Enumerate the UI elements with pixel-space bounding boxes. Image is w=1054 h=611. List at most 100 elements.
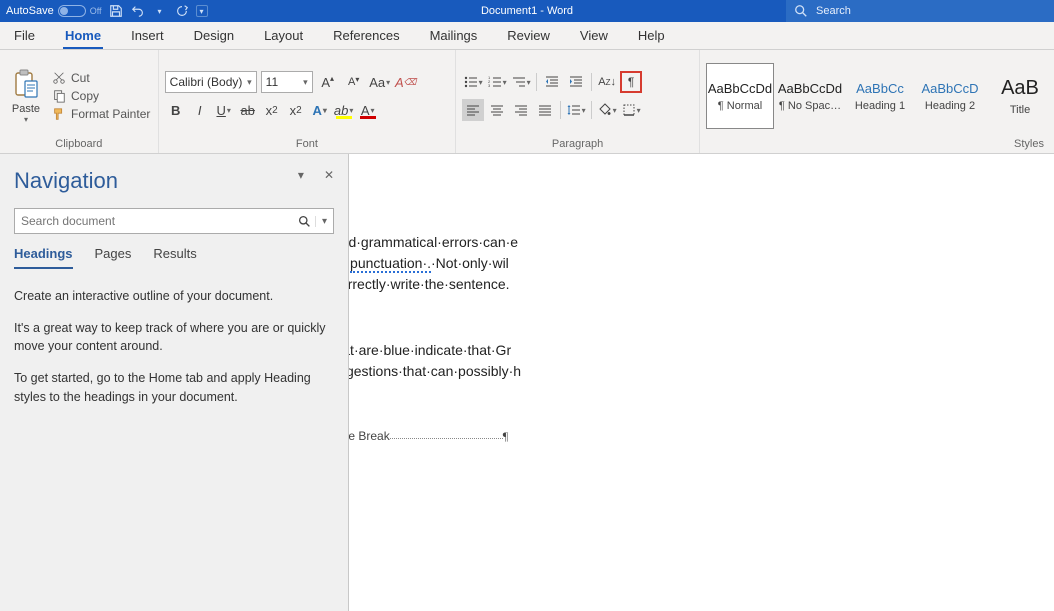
undo-dropdown-icon[interactable]: ▾	[152, 3, 168, 19]
style-preview: AaBbCc	[856, 81, 904, 96]
document-page[interactable]: Mispellings·and·grammatical·errors·can·e…	[349, 154, 1054, 611]
style-item-3[interactable]: AaBbCcDHeading 2	[916, 63, 984, 129]
text-effects-button[interactable]: A▾	[309, 99, 331, 121]
undo-icon[interactable]	[130, 3, 146, 19]
cut-button[interactable]: Cut	[52, 71, 150, 85]
align-left-button[interactable]	[462, 99, 484, 121]
show-hide-paragraph-button[interactable]: ¶	[620, 71, 642, 93]
style-item-4[interactable]: AaBTitle	[986, 63, 1054, 129]
font-size-combo[interactable]: 11▾	[261, 71, 313, 93]
search-box[interactable]: Search	[786, 0, 1054, 22]
tab-layout[interactable]: Layout	[262, 24, 305, 49]
copy-button[interactable]: Copy	[52, 89, 150, 103]
tab-file[interactable]: File	[12, 24, 37, 49]
paste-label: Paste	[12, 103, 40, 115]
multilevel-list-button[interactable]: ▾	[510, 71, 532, 93]
align-center-button[interactable]	[486, 99, 508, 121]
search-options-dropdown-icon[interactable]: ▾	[315, 216, 333, 227]
page-break-marker[interactable]: Page Break¶	[349, 427, 1054, 445]
tab-insert[interactable]: Insert	[129, 24, 166, 49]
navigation-dropdown-icon[interactable]: ▾	[298, 168, 304, 182]
style-item-1[interactable]: AaBbCcDd¶ No Spac…	[776, 63, 844, 129]
borders-button[interactable]: ▾	[620, 99, 642, 121]
underline-button[interactable]: U▾	[213, 99, 235, 121]
tab-review[interactable]: Review	[505, 24, 552, 49]
navigation-search[interactable]: ▾	[14, 208, 334, 234]
document-line[interactable]: you·how·to·correctly·write·the·sentence.	[349, 274, 1054, 295]
copy-icon	[52, 89, 66, 103]
nav-tab-pages[interactable]: Pages	[95, 246, 132, 269]
navigation-help-text: Create an interactive outline of your do…	[14, 287, 334, 406]
tab-help[interactable]: Help	[636, 24, 667, 49]
group-label-paragraph: Paragraph	[462, 138, 693, 152]
document-line[interactable]: You'll·find·suggestions·that·can·possibl…	[349, 361, 1054, 382]
nav-tab-headings[interactable]: Headings	[14, 246, 73, 269]
style-item-0[interactable]: AaBbCcDd¶ Normal	[706, 63, 774, 129]
nav-tab-results[interactable]: Results	[153, 246, 196, 269]
navigation-search-input[interactable]	[15, 214, 294, 228]
increase-indent-button[interactable]	[565, 71, 587, 93]
grow-font-button[interactable]: A▴	[317, 71, 339, 93]
tab-design[interactable]: Design	[192, 24, 236, 49]
chevron-down-icon: ▾	[247, 77, 252, 88]
style-preview: AaBbCcDd	[778, 81, 842, 96]
tab-references[interactable]: References	[331, 24, 401, 49]
tab-mailings[interactable]: Mailings	[428, 24, 480, 49]
align-right-button[interactable]	[510, 99, 532, 121]
group-label-clipboard: Clipboard	[6, 138, 152, 152]
bullets-button[interactable]: ▾	[462, 71, 484, 93]
italic-button[interactable]: I	[189, 99, 211, 121]
font-color-button[interactable]: A▾	[357, 99, 379, 121]
document-line[interactable]: Mispellings·and·grammatical·errors·can·e	[349, 232, 1054, 253]
justify-button[interactable]	[534, 99, 556, 121]
toggle-off-icon	[58, 5, 86, 17]
navigation-title: Navigation	[14, 168, 334, 194]
title-bar: AutoSave Off ▾ ▾ Document1 - Word Search	[0, 0, 1054, 22]
numbering-button[interactable]: 123▾	[486, 71, 508, 93]
group-label-styles: Styles	[706, 138, 1054, 152]
autosave-toggle[interactable]: AutoSave Off	[6, 5, 102, 17]
font-name-combo[interactable]: Calibri (Body)▾	[165, 71, 257, 93]
paste-dropdown-icon[interactable]: ▾	[6, 115, 46, 124]
sort-button[interactable]: AZ↓	[596, 71, 618, 93]
clear-formatting-button[interactable]: A⌫	[395, 71, 417, 93]
paintbrush-icon	[52, 107, 66, 121]
decrease-indent-button[interactable]	[541, 71, 563, 93]
group-clipboard: Paste ▾ Cut Copy Format Painter Clipboar…	[0, 50, 159, 153]
document-line[interactable]: other·types·of·punctuation·.·Not·only·wi…	[349, 253, 1054, 274]
format-painter-button[interactable]: Format Painter	[52, 107, 150, 121]
bold-button[interactable]: B	[165, 99, 187, 121]
style-label: Heading 1	[855, 100, 905, 112]
strikethrough-button[interactable]: ab	[237, 99, 259, 121]
navigation-close-icon[interactable]: ✕	[324, 168, 334, 182]
superscript-button[interactable]: x2	[285, 99, 307, 121]
navigation-tabs: Headings Pages Results	[14, 246, 334, 269]
shrink-font-button[interactable]: A▾	[343, 71, 365, 93]
paste-button[interactable]: Paste ▾	[6, 69, 46, 124]
navigation-pane: Navigation ▾ ✕ ▾ Headings Pages Results …	[0, 154, 349, 611]
tab-home[interactable]: Home	[63, 24, 103, 49]
style-preview: AaB	[1001, 77, 1039, 100]
subscript-button[interactable]: x2	[261, 99, 283, 121]
change-case-button[interactable]: Aa▾	[369, 71, 391, 93]
save-icon[interactable]	[108, 3, 124, 19]
line-spacing-button[interactable]: ▾	[565, 99, 587, 121]
search-placeholder: Search	[816, 5, 851, 17]
group-font: Calibri (Body)▾ 11▾ A▴ A▾ Aa▾ A⌫ B I U▾ …	[159, 50, 456, 153]
style-item-2[interactable]: AaBbCc Heading 1	[846, 63, 914, 129]
paragraph-mark: ¶	[349, 307, 1054, 328]
chevron-down-icon: ▾	[303, 77, 308, 88]
qat-customize-icon[interactable]: ▾	[196, 5, 208, 17]
paragraph-mark: ¶	[349, 394, 1054, 415]
search-icon	[794, 4, 808, 18]
search-icon[interactable]	[294, 215, 315, 228]
document-canvas[interactable]: Mispellings·and·grammatical·errors·can·e…	[349, 154, 1054, 611]
shading-button[interactable]: ▾	[596, 99, 618, 121]
grammar-error[interactable]: punctuation·.	[350, 255, 431, 273]
highlight-button[interactable]: ab▾	[333, 99, 355, 121]
tab-view[interactable]: View	[578, 24, 610, 49]
ribbon-tabs: File Home Insert Design Layout Reference…	[0, 22, 1054, 50]
autosave-state: Off	[90, 6, 102, 16]
redo-icon[interactable]	[174, 3, 190, 19]
document-line[interactable]: Underlines·that·are·blue·indicate·that·G…	[349, 340, 1054, 361]
